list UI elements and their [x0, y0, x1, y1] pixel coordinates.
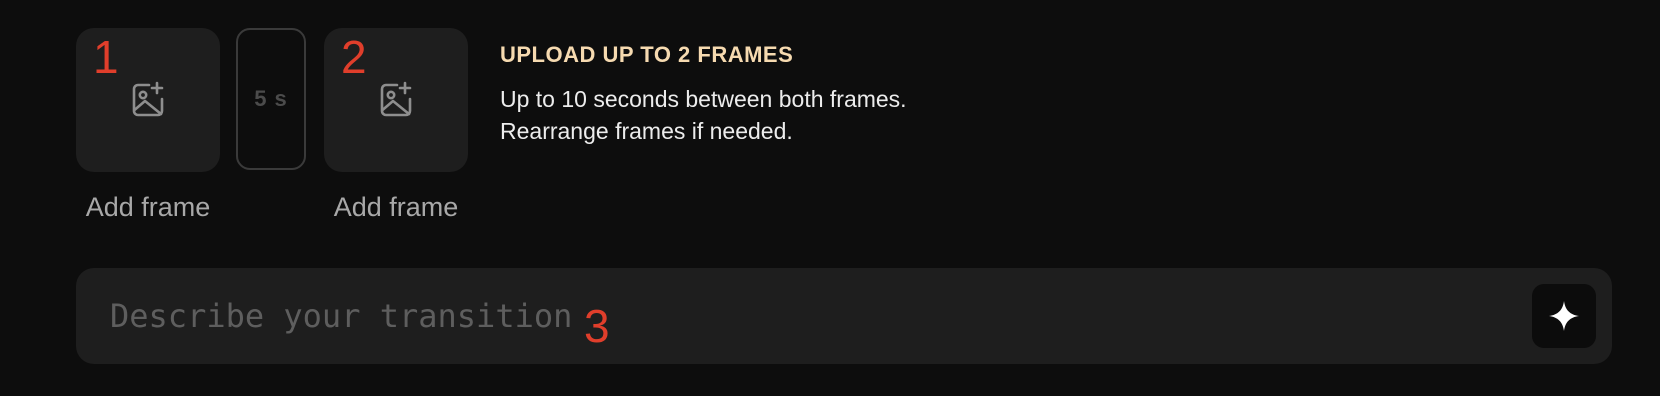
- prompt-number: 3: [584, 300, 610, 352]
- duration-label: 5 s: [254, 86, 288, 111]
- upload-instructions-title: UPLOAD UP TO 2 FRAMES: [500, 42, 794, 67]
- sparkle-icon: [1547, 299, 1581, 333]
- generate-button[interactable]: [1532, 284, 1596, 348]
- frame-slot-2[interactable]: 2: [324, 28, 468, 172]
- duration-between-frames[interactable]: 5 s: [236, 28, 306, 170]
- prompt-bar: 3: [76, 268, 1612, 364]
- transition-prompt-input[interactable]: [108, 290, 1412, 342]
- upload-instructions-line-1: Up to 10 seconds between both frames.: [500, 86, 907, 112]
- frame-slot-1[interactable]: 1: [76, 28, 220, 172]
- frame-slot-number: 1: [93, 31, 119, 83]
- frame-caption-1: Add frame: [85, 192, 211, 222]
- upload-instructions-line-2: Rearrange frames if needed.: [500, 118, 793, 144]
- frame-caption-2: Add frame: [333, 192, 459, 222]
- add-image-icon: [128, 80, 168, 120]
- add-image-icon: [376, 80, 416, 120]
- upload-frames-panel: 1 Add frame 5 s 2 Add frame UPLOAD UP TO…: [0, 0, 1660, 396]
- frame-slot-number: 2: [341, 31, 367, 83]
